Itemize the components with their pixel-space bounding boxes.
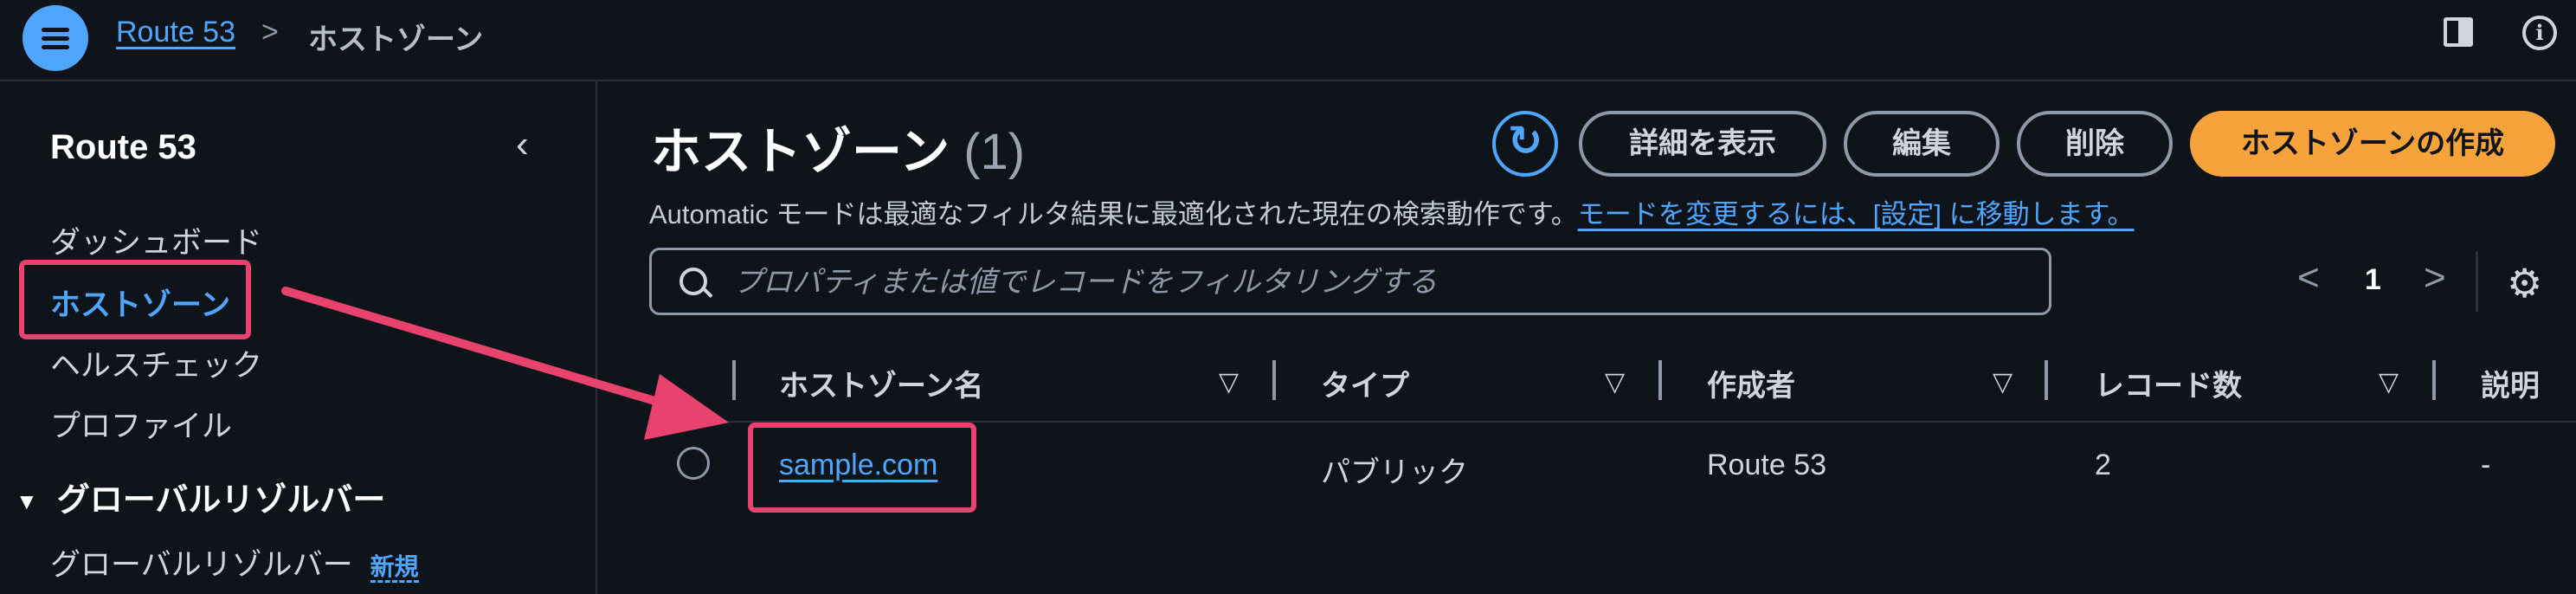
annotation-arrow-icon xyxy=(281,287,729,440)
